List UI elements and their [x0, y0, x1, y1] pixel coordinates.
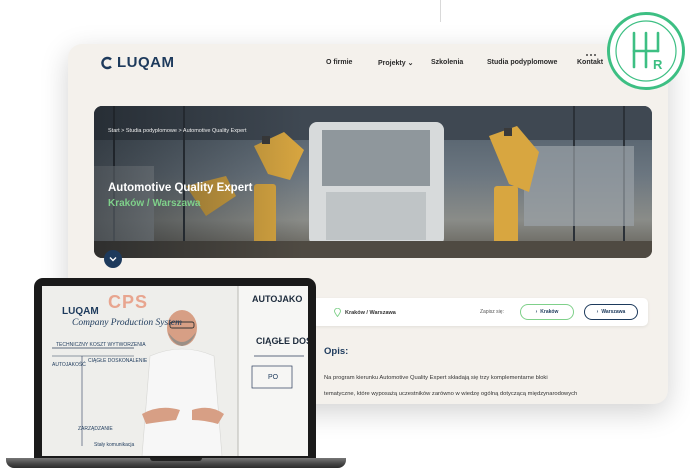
description-text: Na program kierunku Automotive Quality E…	[324, 375, 578, 397]
brand-name: LUQAM	[117, 54, 175, 71]
hero-banner: Start > Studia podyplomowe > Automotive …	[94, 106, 652, 258]
enroll-warszawa-button[interactable]: › Warszawa	[584, 304, 638, 320]
location-text: Kraków / Warszawa	[345, 309, 396, 316]
page-title: Automotive Quality Expert	[108, 182, 253, 194]
video-label: CIĄGŁE DOSK	[256, 336, 308, 346]
map-pin-icon	[334, 308, 341, 317]
video-label: CIĄGŁE DOSKONALENIE	[88, 358, 148, 364]
video-label: ZARZĄDZANIE	[78, 426, 113, 432]
gear-shift-badge-icon: R	[607, 12, 685, 90]
gear-shift-icon: R	[615, 20, 677, 82]
page-subtitle: Kraków / Warszawa	[108, 198, 201, 209]
nav-item-o-firmie[interactable]: O firmie	[326, 59, 352, 66]
search-icon[interactable]	[586, 54, 596, 56]
location-info: Kraków / Warszawa	[334, 308, 396, 317]
chevron-right-icon: ›	[535, 309, 538, 315]
enroll-krakow-button[interactable]: › Kraków	[520, 304, 574, 320]
nav-item-kontakt[interactable]: Kontakt	[577, 59, 603, 66]
nav-item-studia[interactable]: Studia podyplomowe	[487, 59, 557, 66]
video-system-text: Company Production System	[72, 318, 182, 328]
video-cps-text: CPS	[108, 292, 149, 312]
top-nav: LUQAM O firmie Projekty ⌄ Szkolenia Stud…	[68, 44, 668, 84]
video-label: TECHNICZNY KOSZT WYTWORZENIA	[56, 342, 146, 348]
chevron-down-icon	[109, 257, 117, 262]
video-label: PO	[268, 374, 279, 381]
video-logo: LUQAM	[62, 306, 99, 317]
video-label: Stały komunikacja	[94, 442, 135, 448]
scroll-down-button[interactable]	[104, 250, 122, 268]
description-heading: Opis:	[324, 346, 349, 357]
video-label: AUTOJAKO	[252, 294, 303, 304]
nav-item-szkolenia[interactable]: Szkolenia	[431, 59, 463, 66]
nav-item-projekty[interactable]: Projekty ⌄	[378, 59, 413, 67]
laptop-screen: CPS LUQAM Company Production System TECH…	[34, 278, 316, 458]
divider-line	[440, 0, 441, 22]
course-info-bar: Kraków / Warszawa Zapisz się: › Kraków › W…	[312, 298, 648, 326]
video-player[interactable]: CPS LUQAM Company Production System TECH…	[42, 286, 308, 456]
laptop-notch	[150, 458, 202, 461]
enroll-label: Zapisz się:	[480, 309, 504, 315]
chevron-down-icon: ⌄	[407, 60, 414, 67]
brand-logo[interactable]: LUQAM	[100, 54, 175, 71]
breadcrumb[interactable]: Start > Studia podyplomowe > Automotive …	[108, 128, 247, 134]
luqam-logo-icon	[101, 56, 112, 69]
chevron-right-icon: ›	[596, 309, 599, 315]
svg-text:R: R	[653, 57, 663, 72]
video-label: AUTOJAKOŚĆ	[52, 362, 86, 368]
